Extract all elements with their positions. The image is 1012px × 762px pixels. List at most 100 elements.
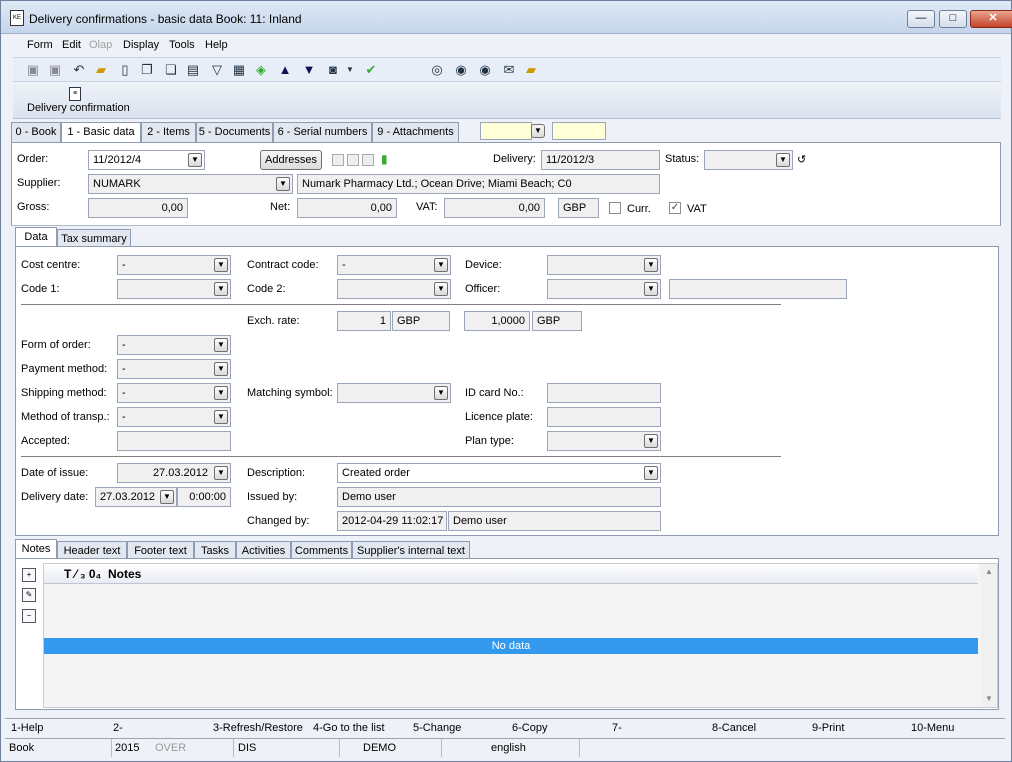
stack-icon[interactable]: ◈ (253, 62, 269, 78)
new-document-icon[interactable]: ▯ (117, 62, 133, 78)
tab-activities[interactable]: Activities (236, 541, 291, 559)
tab-attachments[interactable]: 9 - Attachments (372, 122, 459, 142)
accepted-field[interactable] (117, 431, 231, 451)
chevron-down-icon[interactable]: ▼ (644, 258, 658, 272)
chevron-down-icon[interactable]: ▼ (434, 282, 448, 296)
chevron-down-icon[interactable]: ▼ (644, 282, 658, 296)
chevron-down-icon[interactable]: ▼ (214, 386, 228, 400)
book-icon[interactable]: ▤ (185, 62, 201, 78)
tab-tax-summary[interactable]: Tax summary (57, 229, 131, 247)
menu-form[interactable]: Form (27, 39, 53, 51)
chevron-down-icon[interactable]: ▼ (776, 153, 790, 167)
mail-icon[interactable]: ✉ (501, 62, 517, 78)
binoculars-icon[interactable]: ◎ (429, 62, 445, 78)
fkey-refresh[interactable]: 3-Refresh/Restore (213, 722, 303, 734)
cost-centre-field[interactable]: - ▼ (117, 255, 231, 275)
chevron-down-icon[interactable]: ▼ (434, 386, 448, 400)
maximize-button[interactable]: □ (939, 10, 967, 28)
add-note-icon[interactable]: + (22, 568, 36, 582)
delivery-confirmation-label[interactable]: Delivery confirmation (27, 102, 130, 114)
chevron-down-icon[interactable]: ▼ (214, 362, 228, 376)
find-prev-icon[interactable]: ◉ (477, 62, 493, 78)
camera-dropdown-icon[interactable]: ▼ (342, 62, 358, 78)
delivery-date-field[interactable]: 27.03.2012 ▼ (95, 487, 177, 507)
open-folder-icon[interactable]: ▰ (93, 62, 109, 78)
minimize-button[interactable]: — (907, 10, 935, 28)
id-card-field[interactable] (547, 383, 661, 403)
menu-help[interactable]: Help (205, 39, 228, 51)
delete-note-icon[interactable]: − (22, 609, 36, 623)
vat-checkbox[interactable]: ✓ (669, 202, 681, 214)
chevron-down-icon[interactable]: ▼ (214, 338, 228, 352)
tab-items[interactable]: 2 - Items (141, 122, 196, 142)
curr-checkbox[interactable] (609, 202, 621, 214)
folder-edit-icon[interactable]: ▰ (523, 62, 539, 78)
chevron-down-icon[interactable]: ▼ (434, 258, 448, 272)
code1-field[interactable]: ▼ (117, 279, 231, 299)
scroll-down-icon[interactable]: ▼ (985, 694, 993, 703)
tab-suppliers-internal-text[interactable]: Supplier's internal text (352, 541, 470, 559)
tab-book[interactable]: 0 - Book (11, 122, 61, 142)
scroll-up-icon[interactable]: ▲ (985, 567, 993, 576)
menu-edit[interactable]: Edit (62, 39, 81, 51)
tab-tasks[interactable]: Tasks (194, 541, 236, 559)
matching-symbol-field[interactable]: ▼ (337, 383, 451, 403)
status-field[interactable]: ▼ (704, 150, 793, 170)
supplier-field[interactable]: NUMARK ▼ (88, 174, 293, 194)
fkey-2[interactable]: 2- (113, 722, 123, 734)
chevron-down-icon[interactable]: ▼ (214, 410, 228, 424)
tab-data[interactable]: Data (15, 227, 57, 248)
fkey-cancel[interactable]: 8-Cancel (712, 722, 756, 734)
document-icon-3[interactable] (362, 154, 374, 166)
undo-icon[interactable]: ↶ (71, 62, 87, 78)
device-field[interactable]: ▼ (547, 255, 661, 275)
contract-code-field[interactable]: - ▼ (337, 255, 451, 275)
fkey-7[interactable]: 7- (612, 722, 622, 734)
history-icon[interactable]: ↺ (797, 153, 806, 166)
fkey-copy[interactable]: 6-Copy (512, 722, 547, 734)
save-icon[interactable]: ▣ (25, 62, 41, 78)
plan-type-field[interactable]: ▼ (547, 431, 661, 451)
highlight-dropdown[interactable]: ▼ (531, 124, 545, 138)
copy-icon[interactable]: ❐ (139, 62, 155, 78)
arrow-down-icon[interactable]: ▼ (301, 62, 317, 78)
paste-icon[interactable]: ❏ (163, 62, 179, 78)
delivery-confirmation-icon[interactable]: ≡ (69, 87, 81, 101)
tab-basic-data[interactable]: 1 - Basic data (61, 122, 141, 143)
fkey-help[interactable]: 1-Help (11, 722, 43, 734)
addresses-button[interactable]: Addresses (260, 150, 322, 170)
delivery-time-field[interactable]: 0:00:00 (177, 487, 231, 507)
chevron-down-icon[interactable]: ▼ (644, 466, 658, 480)
shipping-method-field[interactable]: - ▼ (117, 383, 231, 403)
chevron-down-icon[interactable]: ▼ (214, 466, 228, 480)
highlight-field-2[interactable] (552, 122, 606, 140)
chevron-down-icon[interactable]: ▼ (188, 153, 202, 167)
date-issue-field[interactable]: 27.03.2012 ▼ (117, 463, 231, 483)
menu-tools[interactable]: Tools (169, 39, 195, 51)
scrollbar[interactable]: ▲ ▼ (981, 564, 997, 707)
chevron-down-icon[interactable]: ▼ (644, 434, 658, 448)
code2-field[interactable]: ▼ (337, 279, 451, 299)
tab-header-text[interactable]: Header text (57, 541, 127, 559)
tab-documents[interactable]: 5 - Documents (196, 122, 273, 142)
highlight-field-1[interactable] (480, 122, 532, 140)
order-field[interactable]: 11/2012/4 ▼ (88, 150, 205, 170)
document-icon-1[interactable] (332, 154, 344, 166)
licence-plate-field[interactable] (547, 407, 661, 427)
tab-comments[interactable]: Comments (291, 541, 352, 559)
tab-notes[interactable]: Notes (15, 539, 57, 560)
edit-note-icon[interactable]: ✎ (22, 588, 36, 602)
fkey-go-to-list[interactable]: 4-Go to the list (313, 722, 385, 734)
camera-icon[interactable]: ◙ (325, 62, 341, 78)
filter-list-icon[interactable]: ▦ (231, 62, 247, 78)
chevron-down-icon[interactable]: ▼ (276, 177, 290, 191)
fkey-menu[interactable]: 10-Menu (911, 722, 954, 734)
find-next-icon[interactable]: ◉ (453, 62, 469, 78)
filter-icon[interactable]: ▽ (209, 62, 225, 78)
method-transp-field[interactable]: - ▼ (117, 407, 231, 427)
tab-footer-text[interactable]: Footer text (127, 541, 194, 559)
fkey-print[interactable]: 9-Print (812, 722, 844, 734)
menu-display[interactable]: Display (123, 39, 159, 51)
arrow-up-icon[interactable]: ▲ (277, 62, 293, 78)
tab-serial-numbers[interactable]: 6 - Serial numbers (273, 122, 372, 142)
